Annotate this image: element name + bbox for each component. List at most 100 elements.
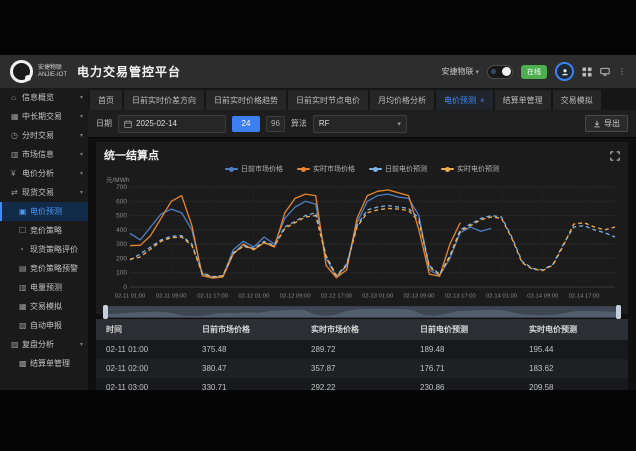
sidebar-item-现货策略评价[interactable]: ◔ 现货策略评价	[0, 240, 88, 259]
apps-grid-icon[interactable]	[582, 67, 592, 77]
sidebar-item-现货交易[interactable]: ⇄ 现货交易▾	[0, 183, 88, 202]
content-area: 统一结算点 日前市场价格实时市场价格日前电价预测实时电价预测 元/MWh 010…	[88, 138, 636, 390]
legend-item-日前电价预测[interactable]: 日前电价预测	[369, 164, 427, 174]
chevron-down-icon: ▾	[80, 189, 83, 196]
chevron-down-icon: ▾	[80, 132, 83, 139]
table-header-cell: 实时市场价格	[301, 319, 410, 340]
market-icon: ▥	[11, 150, 22, 159]
chevron-down-icon: ▾	[397, 120, 401, 128]
datazoom-left-handle[interactable]	[103, 305, 108, 319]
tab-bar: 首页日前实时价差方向日前实时价格趋势日前实时节点电价月均价格分析电价预测×结算单…	[88, 88, 636, 110]
table-cell: 189.48	[410, 340, 519, 359]
price-table: 时间日前市场价格实时市场价格日前电价预测实时电价预测 02-11 01:0037…	[96, 319, 628, 390]
interval-96-button[interactable]: 96	[266, 116, 285, 132]
sidebar-item-交易模拟[interactable]: ▦ 交易模拟	[0, 297, 88, 316]
algo-select[interactable]: RF ▾	[313, 115, 407, 133]
table-cell: 176.71	[410, 359, 519, 378]
tenant-name: 安捷物联	[441, 66, 473, 77]
table-cell: 380.47	[192, 359, 301, 378]
legend-marker-icon	[297, 168, 310, 170]
export-button[interactable]: 导出	[585, 115, 628, 132]
sidebar-item-竞价策略[interactable]: ☐ 竞价策略	[0, 221, 88, 240]
table-cell: 183.62	[519, 359, 628, 378]
sidebar-item-电量预测[interactable]: ▥ 电量预测	[0, 278, 88, 297]
svg-text:500: 500	[116, 213, 127, 220]
svg-text:0: 0	[123, 284, 127, 291]
chart-legend: 日前市场价格 实时市场价格 日前电价预测 实时电价预测	[104, 164, 620, 174]
datazoom-right-handle[interactable]	[616, 305, 621, 319]
svg-text:02-11 09:00: 02-11 09:00	[156, 294, 187, 300]
tenant-selector[interactable]: 安捷物联 ▾	[441, 66, 479, 77]
auto-declare-icon: ▧	[19, 321, 30, 330]
table-cell: 230.86	[410, 378, 519, 390]
sidebar-item-竞价策略预警[interactable]: ▤ 竞价策略预警	[0, 259, 88, 278]
sidebar-item-结算单管理[interactable]: ▩ 结算单管理	[0, 354, 88, 373]
main-area: 首页日前实时价差方向日前实时价格趋势日前实时节点电价月均价格分析电价预测×结算单…	[88, 88, 636, 390]
app-window: 安捷物联 ANJIE-IOT 电力交易管控平台 安捷物联 ▾ 在线	[0, 55, 636, 390]
interval-24-button[interactable]: 24	[232, 116, 260, 132]
strategy-eval-icon: ◔	[19, 245, 30, 254]
sidebar-item-中长期交易[interactable]: ▦ 中长期交易▾	[0, 107, 88, 126]
close-icon[interactable]: ×	[480, 96, 485, 105]
theme-toggle[interactable]	[487, 65, 513, 79]
review-icon: ▨	[11, 340, 22, 349]
sidebar-item-电价预测[interactable]: ▣ 电价预测	[0, 202, 88, 221]
sidebar-item-市场信息[interactable]: ▥ 市场信息▾	[0, 145, 88, 164]
avatar[interactable]	[555, 62, 574, 81]
more-icon[interactable]: ⋮	[618, 67, 626, 76]
calendar-icon	[124, 120, 132, 128]
tab-日前实时价差方向[interactable]: 日前实时价差方向	[124, 90, 204, 110]
y-axis-unit: 元/MWh	[106, 174, 620, 182]
sidebar-item-电价分析[interactable]: ¥ 电价分析▾	[0, 164, 88, 183]
monitor-icon[interactable]	[600, 67, 610, 77]
svg-text:02-13 01:00: 02-13 01:00	[362, 294, 393, 300]
fullscreen-icon[interactable]	[610, 148, 620, 166]
svg-text:100: 100	[116, 270, 127, 277]
bid-strategy-icon: ☐	[19, 226, 30, 235]
chevron-down-icon: ▾	[80, 113, 83, 120]
svg-text:700: 700	[116, 184, 127, 191]
table-header-cell: 实时电价预测	[519, 319, 628, 340]
datazoom-slider[interactable]	[104, 306, 620, 318]
download-icon	[593, 120, 601, 128]
table-row[interactable]: 02-11 02:00380.47357.87176.71183.62	[96, 359, 628, 378]
svg-text:02-13 17:00: 02-13 17:00	[445, 294, 476, 300]
sidebar-item-信息概览[interactable]: ⌂ 信息概览▾	[0, 88, 88, 107]
tab-日前实时节点电价[interactable]: 日前实时节点电价	[288, 90, 368, 110]
legend-item-日前市场价格[interactable]: 日前市场价格	[225, 164, 283, 174]
settlement-icon: ▩	[19, 359, 30, 368]
legend-item-实时电价预测[interactable]: 实时电价预测	[441, 164, 499, 174]
strategy-alert-icon: ▤	[19, 264, 30, 273]
table-header-row: 时间日前市场价格实时市场价格日前电价预测实时电价预测	[96, 319, 628, 340]
chevron-down-icon: ▾	[80, 170, 83, 177]
date-label: 日期	[96, 118, 112, 129]
legend-marker-icon	[441, 168, 454, 170]
brand-en: ANJIE-IOT	[38, 72, 67, 78]
tab-电价预测[interactable]: 电价预测×	[436, 90, 493, 110]
export-label: 导出	[604, 118, 620, 129]
tab-首页[interactable]: 首页	[90, 90, 122, 110]
tab-结算单管理[interactable]: 结算单管理	[495, 90, 551, 110]
table-cell: 02-11 01:00	[96, 340, 192, 359]
tab-交易模拟[interactable]: 交易模拟	[553, 90, 601, 110]
sidebar-item-复盘分析[interactable]: ▨ 复盘分析▾	[0, 335, 88, 354]
clock-icon: ◷	[11, 131, 22, 140]
legend-item-实时市场价格[interactable]: 实时市场价格	[297, 164, 355, 174]
tab-月均价格分析[interactable]: 月均价格分析	[370, 90, 434, 110]
sidebar-item-自动申报[interactable]: ▧ 自动申报	[0, 316, 88, 335]
svg-text:02-11 01:00: 02-11 01:00	[115, 294, 146, 300]
chart-plot[interactable]: 010020030040050060070002-11 01:0002-11 0…	[104, 182, 620, 305]
filter-bar: 日期 2025-02-14 24 96 算法 RF ▾ 导出	[88, 110, 636, 138]
table-cell: 357.87	[301, 359, 410, 378]
table-cell: 209.58	[519, 378, 628, 390]
screen: 安捷物联 ANJIE-IOT 电力交易管控平台 安捷物联 ▾ 在线	[0, 0, 636, 451]
svg-text:02-11 17:00: 02-11 17:00	[197, 294, 228, 300]
table-row[interactable]: 02-11 03:00330.71292.22230.86209.58	[96, 378, 628, 390]
sidebar-item-分时交易[interactable]: ◷ 分时交易▾	[0, 126, 88, 145]
chevron-down-icon: ▾	[80, 341, 83, 348]
date-input[interactable]: 2025-02-14	[118, 115, 226, 133]
datazoom-window[interactable]	[105, 307, 619, 317]
tab-日前实时价格趋势[interactable]: 日前实时价格趋势	[206, 90, 286, 110]
table-row[interactable]: 02-11 01:00375.48289.72189.48195.44	[96, 340, 628, 359]
table-cell: 02-11 03:00	[96, 378, 192, 390]
